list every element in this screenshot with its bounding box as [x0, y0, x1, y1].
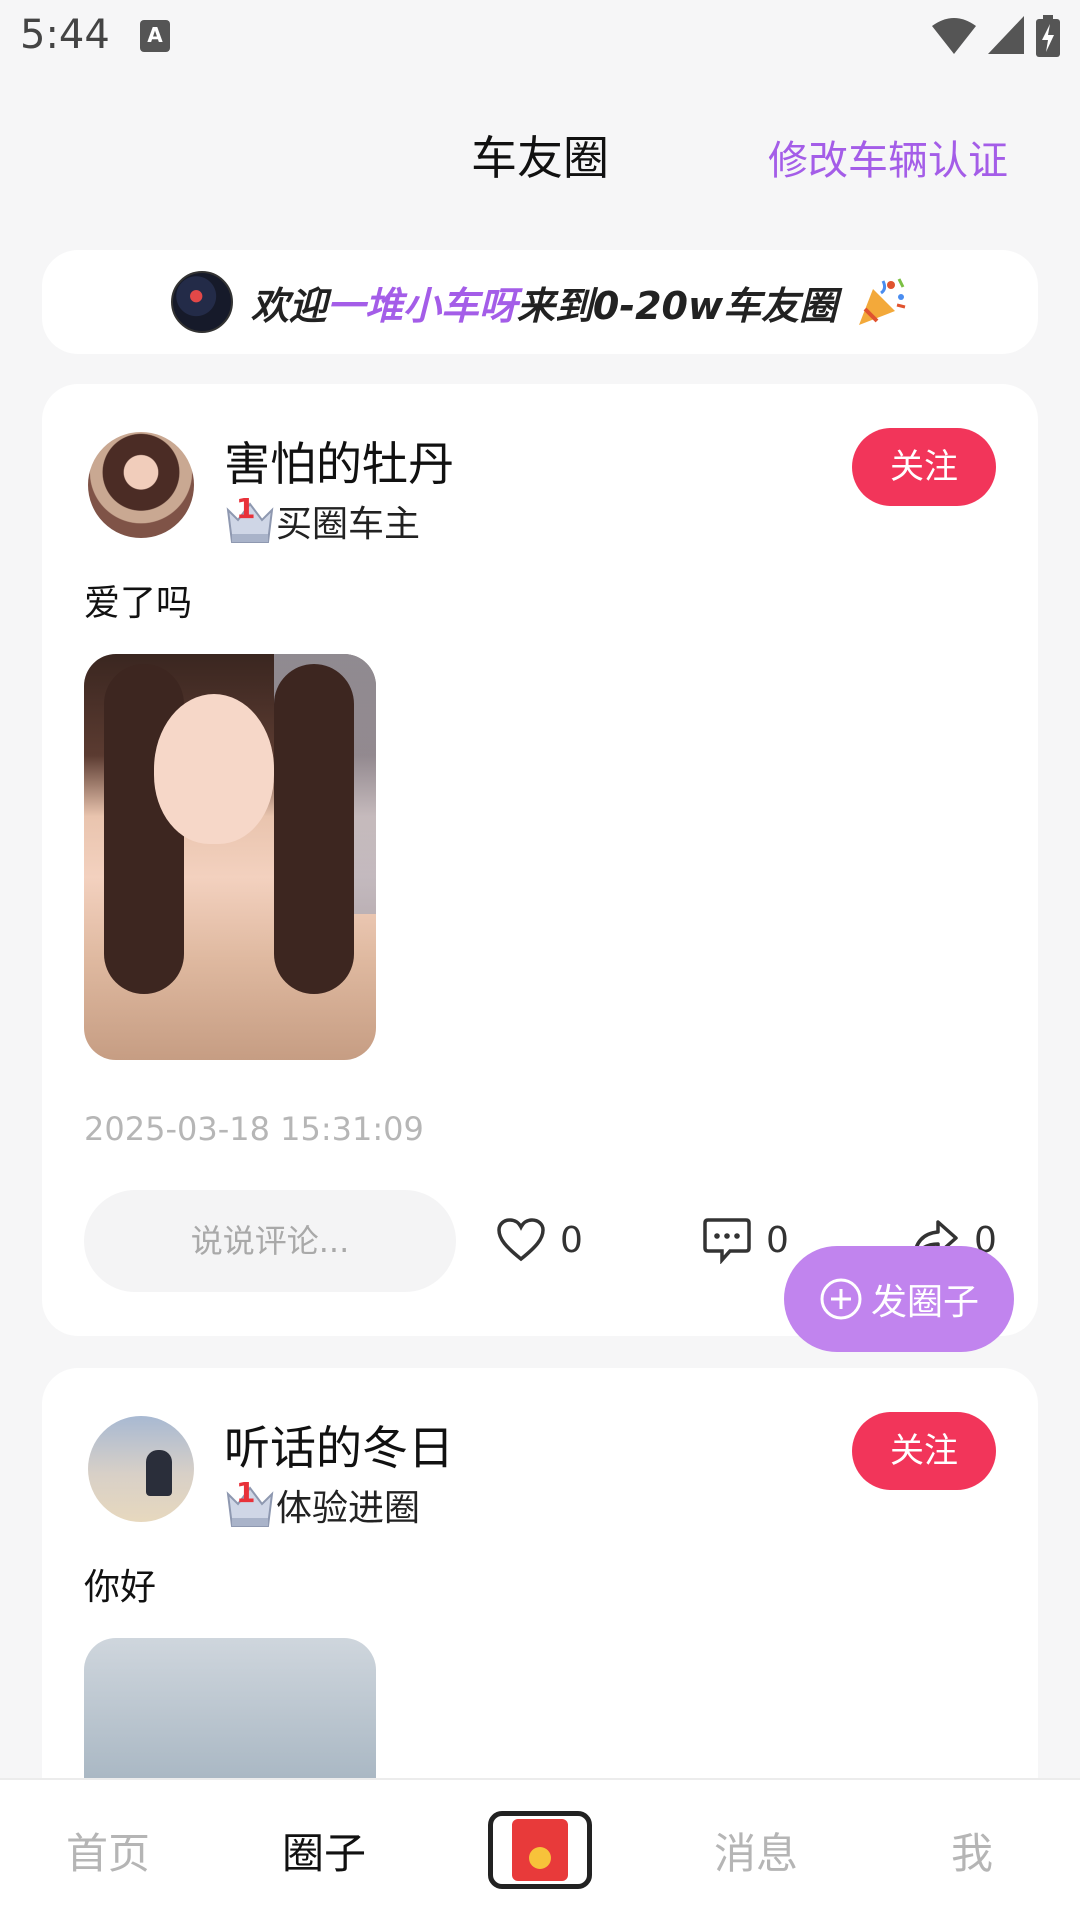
- bottom-nav: 首页 圈子 消息 我: [0, 1778, 1080, 1920]
- nav-me[interactable]: 我: [864, 1820, 1080, 1881]
- status-icons: [932, 14, 1060, 58]
- welcome-text: 欢迎一堆小车呀来到0-20w车友圈: [251, 275, 837, 330]
- comment-button[interactable]: 0: [702, 1212, 789, 1268]
- rank-number: 1: [236, 492, 256, 525]
- post-card: 害怕的牡丹 1 买圈车主 关注 爱了吗 2025-03-18 15:31:09 …: [42, 384, 1038, 1336]
- signal-icon: [988, 16, 1024, 54]
- edit-vehicle-auth-link[interactable]: 修改车辆认证: [768, 128, 1008, 186]
- post-image[interactable]: [84, 654, 376, 1060]
- plus-circle-icon: [820, 1278, 862, 1320]
- heart-icon: [497, 1218, 545, 1262]
- battery-icon: [1036, 15, 1060, 57]
- nav-red-packet[interactable]: [432, 1811, 648, 1889]
- follow-button[interactable]: 关注: [852, 428, 996, 506]
- avatar[interactable]: [88, 1416, 194, 1522]
- nav-home[interactable]: 首页: [0, 1820, 216, 1881]
- post-username[interactable]: 听话的冬日: [224, 1412, 454, 1478]
- like-button[interactable]: 0: [496, 1212, 583, 1268]
- rank-badge: 1 买圈车主: [224, 492, 421, 546]
- post-image[interactable]: [84, 1638, 376, 1778]
- post-text: 你好: [84, 1567, 157, 1608]
- post-text: 爱了吗: [84, 583, 193, 624]
- welcome-suffix: 来到0-20w车友圈: [516, 283, 838, 328]
- party-popper-icon: [859, 278, 906, 325]
- avatar[interactable]: [88, 432, 194, 538]
- welcome-prefix: 欢迎: [250, 283, 327, 328]
- follow-button[interactable]: 关注: [852, 1412, 996, 1490]
- wifi-icon: [932, 18, 976, 54]
- rank-label: 买圈车主: [276, 504, 421, 545]
- nav-messages[interactable]: 消息: [648, 1820, 864, 1881]
- status-time: 5:44: [20, 12, 110, 58]
- publish-circle-button[interactable]: 发圈子: [784, 1246, 1014, 1352]
- red-packet-icon: [488, 1811, 592, 1889]
- like-count: 0: [560, 1219, 583, 1261]
- notification-icon: A: [140, 20, 170, 52]
- welcome-avatar: [170, 271, 233, 333]
- comment-count: 0: [766, 1219, 789, 1261]
- post-timestamp: 2025-03-18 15:31:09: [84, 1110, 424, 1148]
- rank-badge: 1 体验进圈: [224, 1476, 421, 1530]
- welcome-banner: 欢迎一堆小车呀来到0-20w车友圈: [42, 250, 1038, 354]
- comment-icon: [703, 1218, 751, 1264]
- welcome-username: 一堆小车呀: [326, 283, 517, 328]
- status-bar: 5:44 A: [0, 0, 1080, 74]
- rank-label: 体验进圈: [276, 1488, 421, 1529]
- nav-circle[interactable]: 圈子: [216, 1820, 432, 1881]
- post-username[interactable]: 害怕的牡丹: [224, 428, 454, 494]
- rank-number: 1: [236, 1476, 256, 1509]
- comment-input[interactable]: 说说评论...: [84, 1190, 456, 1292]
- publish-label: 发圈子: [870, 1282, 979, 1323]
- page-header: 车友圈 修改车辆认证: [0, 110, 1080, 190]
